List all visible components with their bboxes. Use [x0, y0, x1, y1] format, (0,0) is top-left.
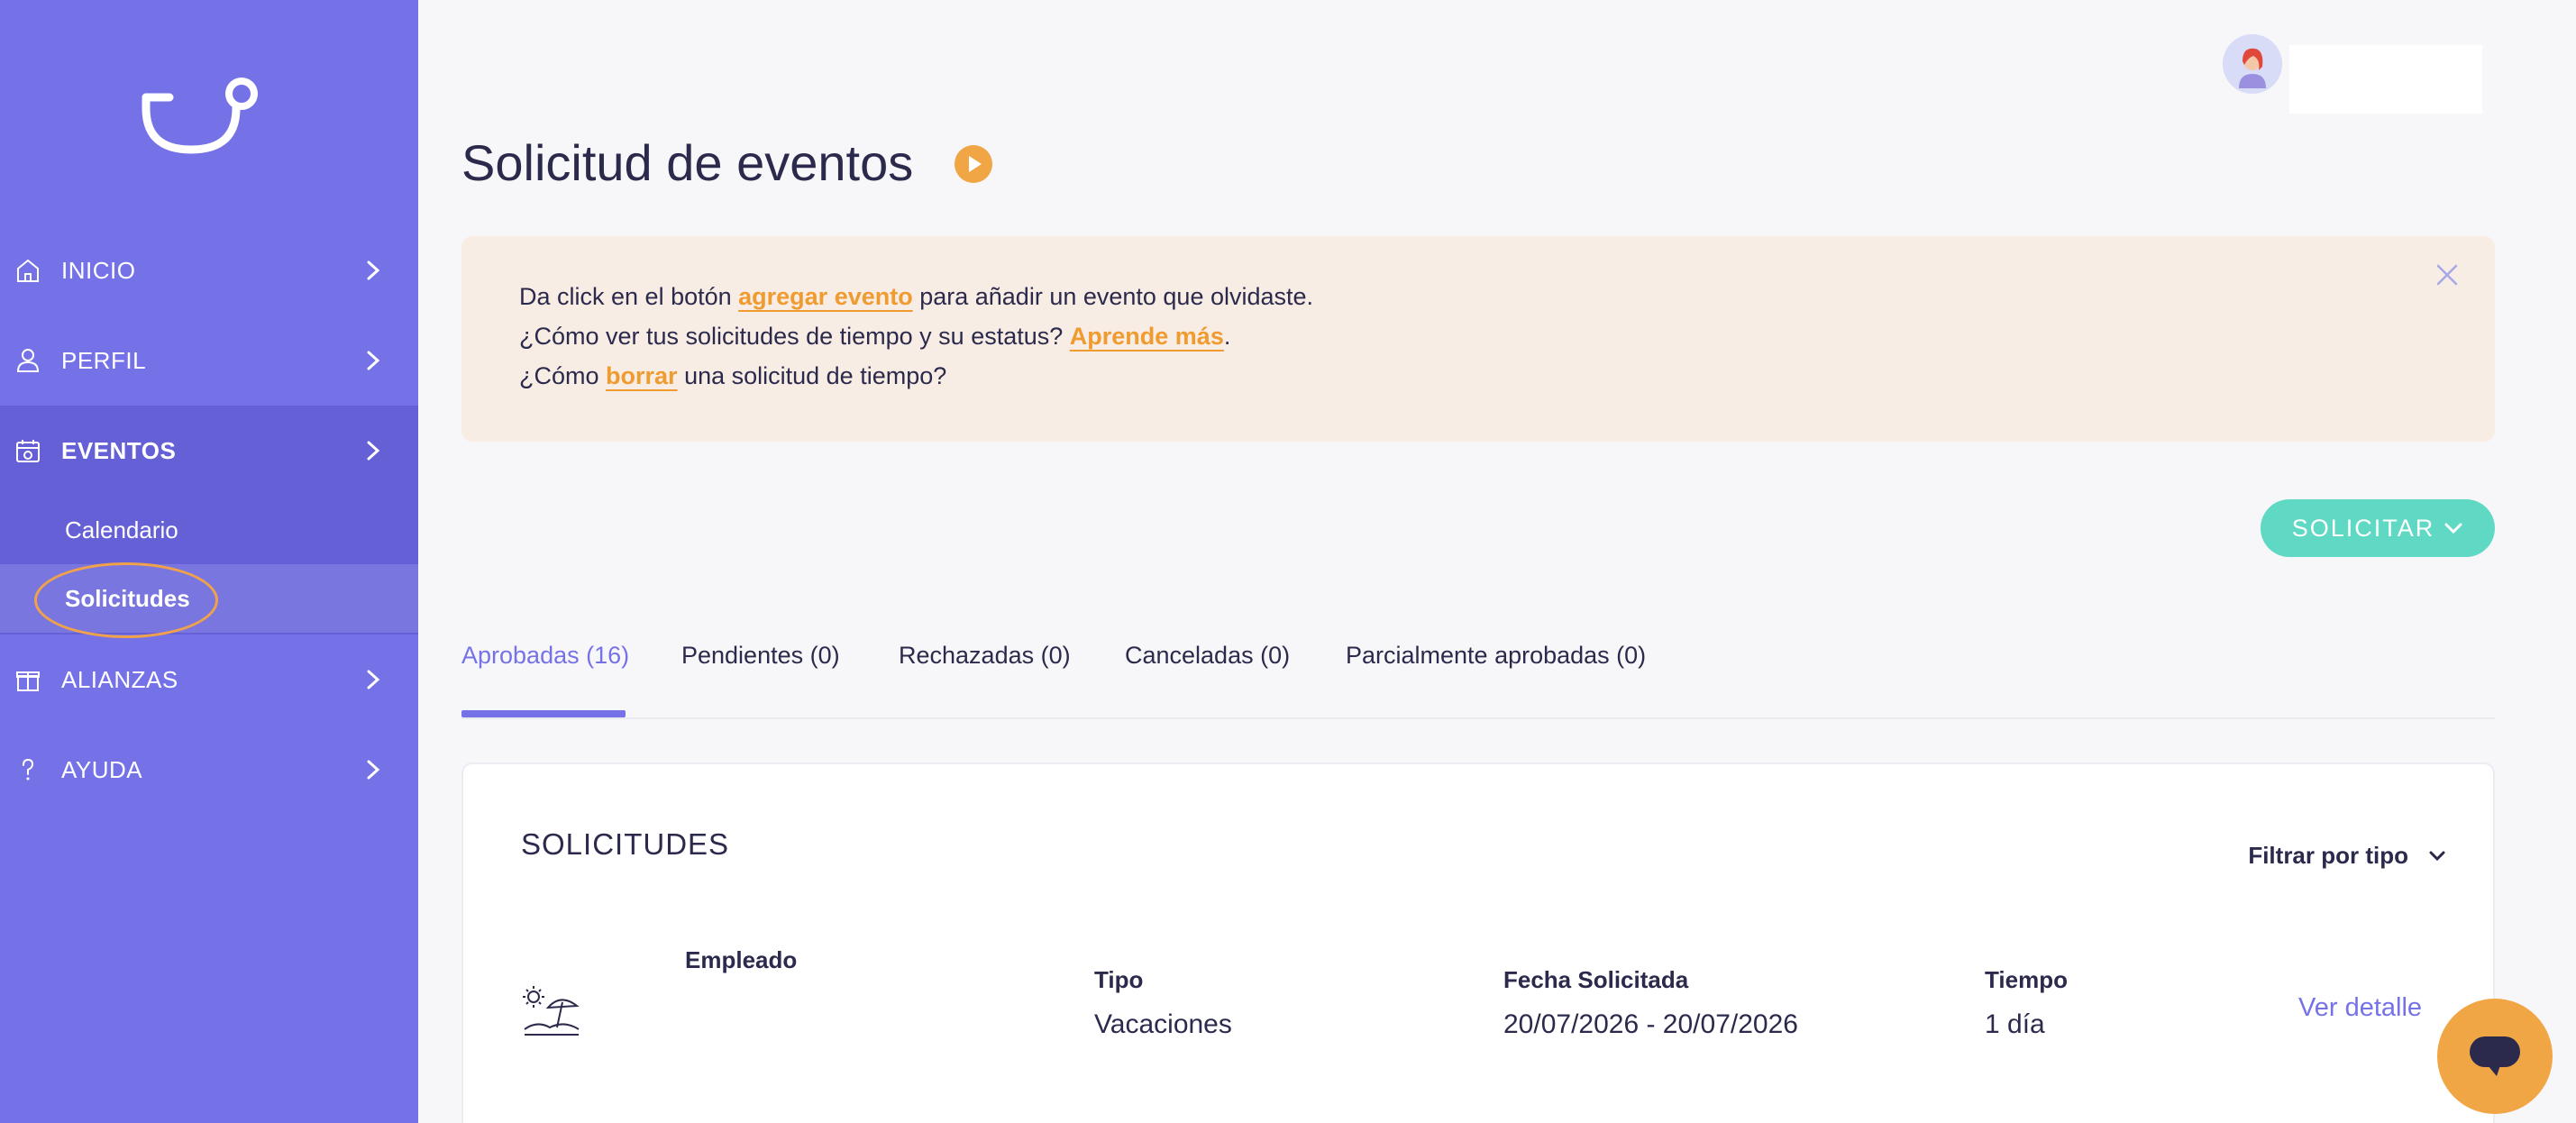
ver-detalle-link[interactable]: Ver detalle: [2298, 993, 2422, 1023]
sidebar-item-perfil[interactable]: PERFIL: [0, 315, 418, 406]
row-tiempo: 1 día: [1985, 1009, 2045, 1039]
agregar-evento-link[interactable]: agregar evento: [738, 283, 913, 310]
banner-text: ¿Cómo ver tus solicitudes de tiempo y su…: [519, 323, 1070, 350]
banner-text: .: [1223, 323, 1231, 350]
chevron-right-icon: [367, 760, 380, 780]
sidebar-item-eventos[interactable]: EVENTOS: [0, 406, 418, 496]
user-name-box[interactable]: [2289, 45, 2482, 114]
column-tiempo: Tiempo: [1985, 966, 2068, 993]
highlight-circle: [34, 562, 218, 638]
solicitar-label: SOLICITAR: [2291, 514, 2435, 542]
info-banner: Da click en el botón agregar evento para…: [461, 236, 2495, 442]
sidebar-item-label: PERFIL: [61, 346, 147, 374]
banner-text: ¿Cómo: [519, 362, 607, 389]
tab-canceladas[interactable]: Canceladas (0): [1125, 642, 1290, 670]
aprende-mas-link[interactable]: Aprende más: [1070, 323, 1224, 350]
home-icon: [17, 259, 39, 282]
question-icon: [23, 758, 34, 781]
tab-aprobadas[interactable]: Aprobadas (16): [461, 642, 629, 670]
tab-bar: Aprobadas (16) Pendientes (0) Rechazadas…: [461, 631, 2495, 719]
chevron-down-icon: [2444, 523, 2462, 534]
sidebar-item-label: AYUDA: [61, 755, 143, 783]
tab-parcialmente-aprobadas[interactable]: Parcialmente aprobadas (0): [1346, 642, 1646, 670]
chevron-down-icon: [2429, 851, 2445, 861]
vacation-icon: [523, 986, 580, 1036]
filter-label: Filtrar por tipo: [2248, 842, 2408, 869]
gift-icon: [16, 671, 40, 691]
sidebar-item-label: INICIO: [61, 256, 136, 284]
sidebar-item-label: EVENTOS: [61, 436, 177, 464]
tab-active-indicator: [461, 710, 626, 717]
filter-dropdown[interactable]: Filtrar por tipo: [2248, 842, 2446, 870]
page-title: Solicitud de eventos: [461, 134, 914, 191]
chevron-right-icon: [367, 351, 380, 370]
sidebar: INICIO PERFIL EVENTOS Calendario Solicit…: [0, 0, 418, 1123]
sidebar-item-label: ALIANZAS: [61, 665, 178, 693]
column-empleado: Empleado: [685, 946, 798, 973]
user-icon: [16, 349, 40, 372]
card-title: SOLICITUDES: [521, 827, 730, 861]
banner-line-2: ¿Cómo ver tus solicitudes de tiempo y su…: [519, 324, 1230, 349]
close-icon[interactable]: [2435, 263, 2459, 287]
chevron-right-icon: [367, 260, 380, 280]
sidebar-subitem-calendario[interactable]: Calendario: [0, 496, 418, 564]
column-fecha: Fecha Solicitada: [1503, 966, 1689, 993]
chevron-right-icon: [367, 441, 380, 461]
logo-icon[interactable]: [135, 63, 270, 162]
tab-rechazadas[interactable]: Rechazadas (0): [899, 642, 1071, 670]
solicitar-button[interactable]: SOLICITAR: [2261, 499, 2495, 557]
banner-text: Da click en el botón: [519, 283, 739, 310]
chat-icon: [2470, 1036, 2520, 1076]
sidebar-item-inicio[interactable]: INICIO: [0, 225, 418, 315]
sidebar-item-alianzas[interactable]: ALIANZAS: [0, 635, 418, 725]
avatar-icon: [2223, 34, 2282, 94]
borrar-link[interactable]: borrar: [606, 362, 678, 389]
sidebar-item-ayuda[interactable]: AYUDA: [0, 725, 418, 815]
banner-text: una solicitud de tiempo?: [677, 362, 947, 389]
chevron-right-icon: [367, 670, 380, 689]
banner-line-3: ¿Cómo borrar una solicitud de tiempo?: [519, 364, 946, 388]
tab-pendientes[interactable]: Pendientes (0): [681, 642, 840, 670]
sidebar-subitem-label: Calendario: [65, 516, 178, 543]
employee-name-placeholder: [672, 1069, 936, 1089]
row-tipo: Vacaciones: [1094, 1009, 1232, 1039]
chat-button[interactable]: [2437, 999, 2553, 1114]
avatar[interactable]: [2223, 34, 2282, 94]
column-tipo: Tipo: [1094, 966, 1144, 993]
row-fecha: 20/07/2026 - 20/07/2026: [1503, 1009, 1798, 1039]
solicitudes-card: SOLICITUDES Filtrar por tipo Empleado Ti…: [461, 762, 2495, 1123]
banner-text: para añadir un evento que olvidaste.: [912, 283, 1314, 310]
banner-line-1: Da click en el botón agregar evento para…: [519, 285, 1313, 309]
play-video-icon[interactable]: [954, 144, 993, 184]
calendar-icon: [16, 440, 40, 462]
